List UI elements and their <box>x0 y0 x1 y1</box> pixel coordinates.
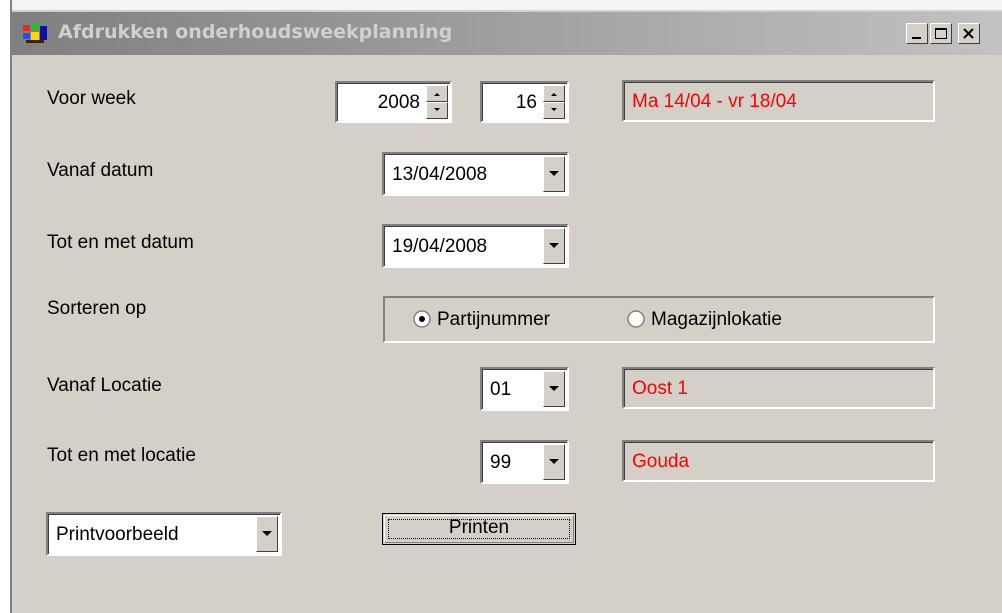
from-date-dropdown-button[interactable] <box>543 156 565 192</box>
chevron-down-icon <box>549 459 559 464</box>
radio-magazijnlokatie-label[interactable]: Magazijnlokatie <box>651 309 782 331</box>
to-location-name: Gouda <box>632 451 690 472</box>
to-location-dropdown[interactable]: 99 <box>480 440 569 484</box>
close-button[interactable] <box>958 23 980 44</box>
week-range-text: Ma 14/04 - vr 18/04 <box>632 91 797 112</box>
spin-down-icon <box>551 108 557 111</box>
to-date-dropdown-button[interactable] <box>543 228 565 264</box>
year-spin-buttons <box>426 85 448 119</box>
week-spin-buttons <box>543 85 565 119</box>
chevron-down-icon <box>549 243 559 248</box>
maximize-button[interactable] <box>930 23 952 44</box>
from-date-dropdown[interactable]: 13/04/2008 <box>382 152 569 196</box>
week-up-button[interactable] <box>543 85 565 102</box>
output-mode-dropdown[interactable]: Printvoorbeeld <box>46 512 282 556</box>
window-left-edge <box>0 0 10 613</box>
sort-label: Sorteren op <box>47 298 147 319</box>
to-location-name-display: Gouda <box>622 440 935 482</box>
to-date-value: 19/04/2008 <box>392 236 488 257</box>
title-bar[interactable]: Afdrukken onderhoudsweekplanning <box>12 12 1002 55</box>
sort-radio-group: Partijnummer Magazijnlokatie <box>383 296 935 343</box>
week-number-value: 16 <box>515 92 537 113</box>
from-location-code: 01 <box>490 379 512 400</box>
radio-magazijnlokatie[interactable] <box>627 310 645 328</box>
minimize-icon <box>912 37 921 39</box>
year-spinner[interactable]: 2008 <box>335 81 452 123</box>
year-up-button[interactable] <box>426 85 448 102</box>
minimize-button[interactable] <box>906 23 928 44</box>
chevron-down-icon <box>549 386 559 391</box>
from-date-label: Vanaf datum <box>47 160 154 181</box>
to-location-code: 99 <box>490 452 512 473</box>
year-value: 2008 <box>377 92 420 113</box>
window-title: Afdrukken onderhoudsweekplanning <box>58 21 453 43</box>
spin-up-icon <box>551 93 557 96</box>
print-button[interactable]: Printen <box>382 513 576 545</box>
from-location-name: Oost 1 <box>632 378 688 399</box>
maximize-icon <box>935 28 947 39</box>
spin-up-icon <box>434 93 440 96</box>
week-down-button[interactable] <box>543 102 565 119</box>
output-mode-value: Printvoorbeeld <box>56 524 179 545</box>
from-location-dropdown-button[interactable] <box>543 371 565 407</box>
week-label: Voor week <box>47 88 136 109</box>
chevron-down-icon <box>549 171 559 176</box>
window-top-strip <box>12 0 1002 10</box>
from-date-value: 13/04/2008 <box>392 164 488 185</box>
from-location-label: Vanaf Locatie <box>47 375 162 396</box>
chevron-down-icon <box>262 531 272 536</box>
app-windows-icon <box>22 22 48 44</box>
year-down-button[interactable] <box>426 102 448 119</box>
from-location-name-display: Oost 1 <box>622 367 935 409</box>
print-button-label: Printen <box>448 517 510 538</box>
to-location-label: Tot en met locatie <box>47 445 196 466</box>
to-location-dropdown-button[interactable] <box>543 444 565 480</box>
radio-partijnummer-label[interactable]: Partijnummer <box>437 309 550 331</box>
close-icon <box>963 28 974 39</box>
from-location-dropdown[interactable]: 01 <box>480 367 569 411</box>
week-number-spinner[interactable]: 16 <box>480 81 569 123</box>
to-date-label: Tot en met datum <box>47 232 194 253</box>
radio-partijnummer[interactable] <box>413 310 431 328</box>
print-dialog-window: Afdrukken onderhoudsweekplanning Voor we… <box>0 0 1002 613</box>
output-mode-dropdown-button[interactable] <box>256 516 278 552</box>
window-left-border <box>10 0 12 613</box>
week-range-display: Ma 14/04 - vr 18/04 <box>622 80 935 122</box>
to-date-dropdown[interactable]: 19/04/2008 <box>382 224 569 268</box>
spin-down-icon <box>434 108 440 111</box>
